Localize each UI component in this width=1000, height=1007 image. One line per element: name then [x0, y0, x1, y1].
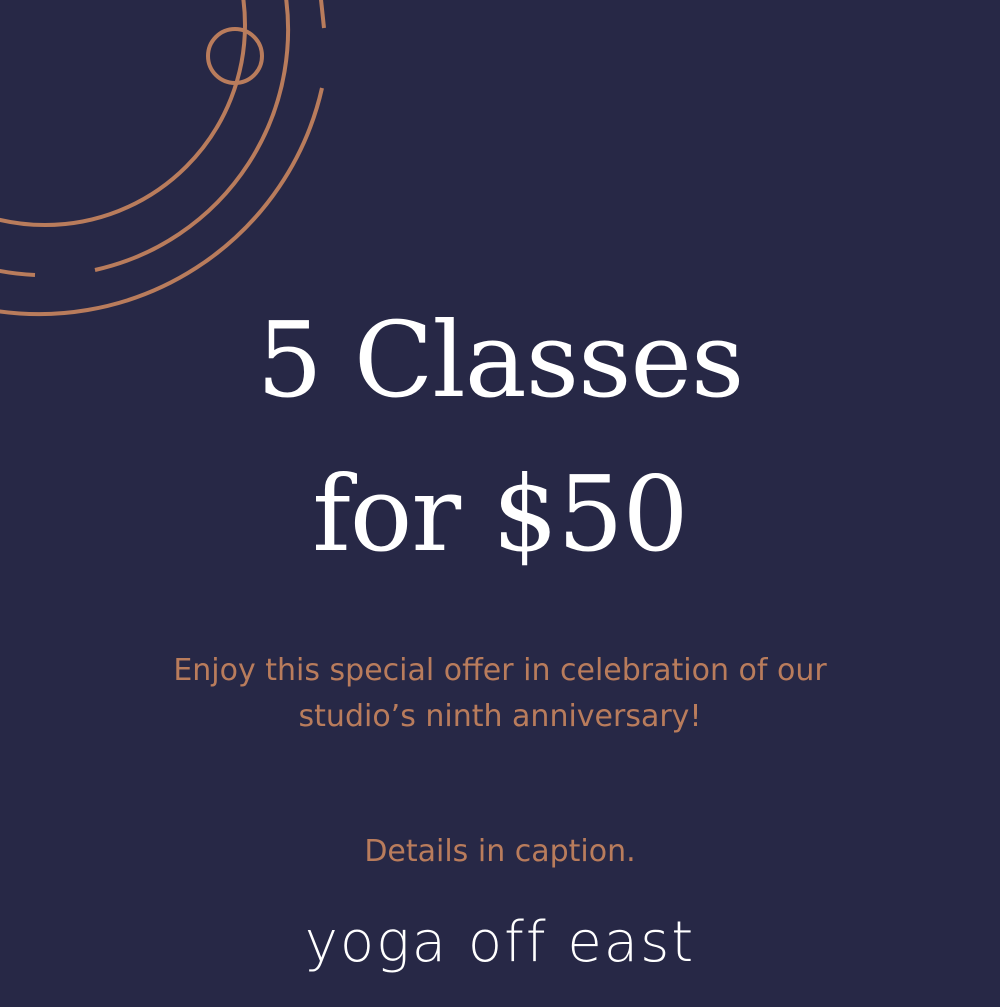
offer-line-1: Enjoy this special offer in celebration …: [173, 653, 827, 688]
planet-circle: [206, 27, 264, 85]
inner-orbit: [0, 0, 247, 227]
headline-line-1: 5 Classes: [256, 299, 745, 421]
headline-line-2: for $50: [312, 453, 688, 575]
brand-logo: yoga off east: [304, 910, 696, 975]
orbit-decoration-icon: [0, 0, 326, 317]
offer-line-2: studio’s ninth anniversary!: [298, 699, 702, 734]
outer-orbit-tick: [319, 0, 326, 29]
middle-orbit-arc-left: [0, 268, 36, 277]
outer-orbit-arc: [0, 87, 324, 317]
details-text: Details in caption.: [364, 834, 636, 869]
